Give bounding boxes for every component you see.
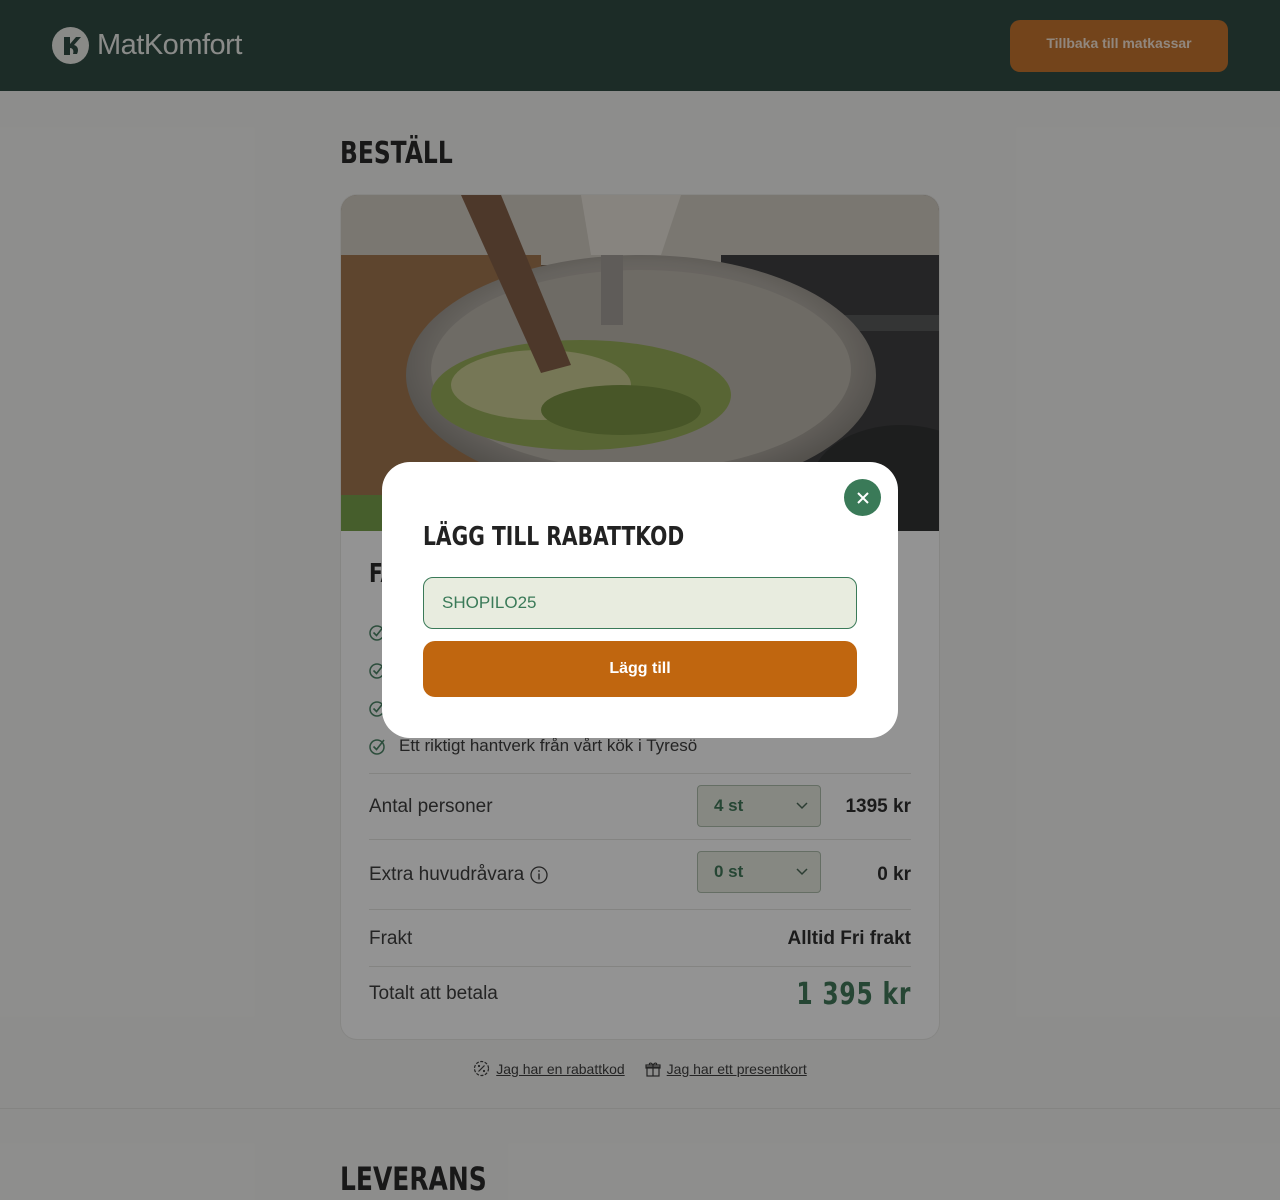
discount-code-modal: LÄGG TILL RABATTKOD Lägg till xyxy=(382,462,898,738)
add-discount-button[interactable]: Lägg till xyxy=(423,641,857,697)
close-button[interactable] xyxy=(844,479,881,516)
modal-title: LÄGG TILL RABATTKOD xyxy=(423,522,685,552)
discount-code-input[interactable] xyxy=(423,577,857,629)
close-icon xyxy=(856,491,869,504)
